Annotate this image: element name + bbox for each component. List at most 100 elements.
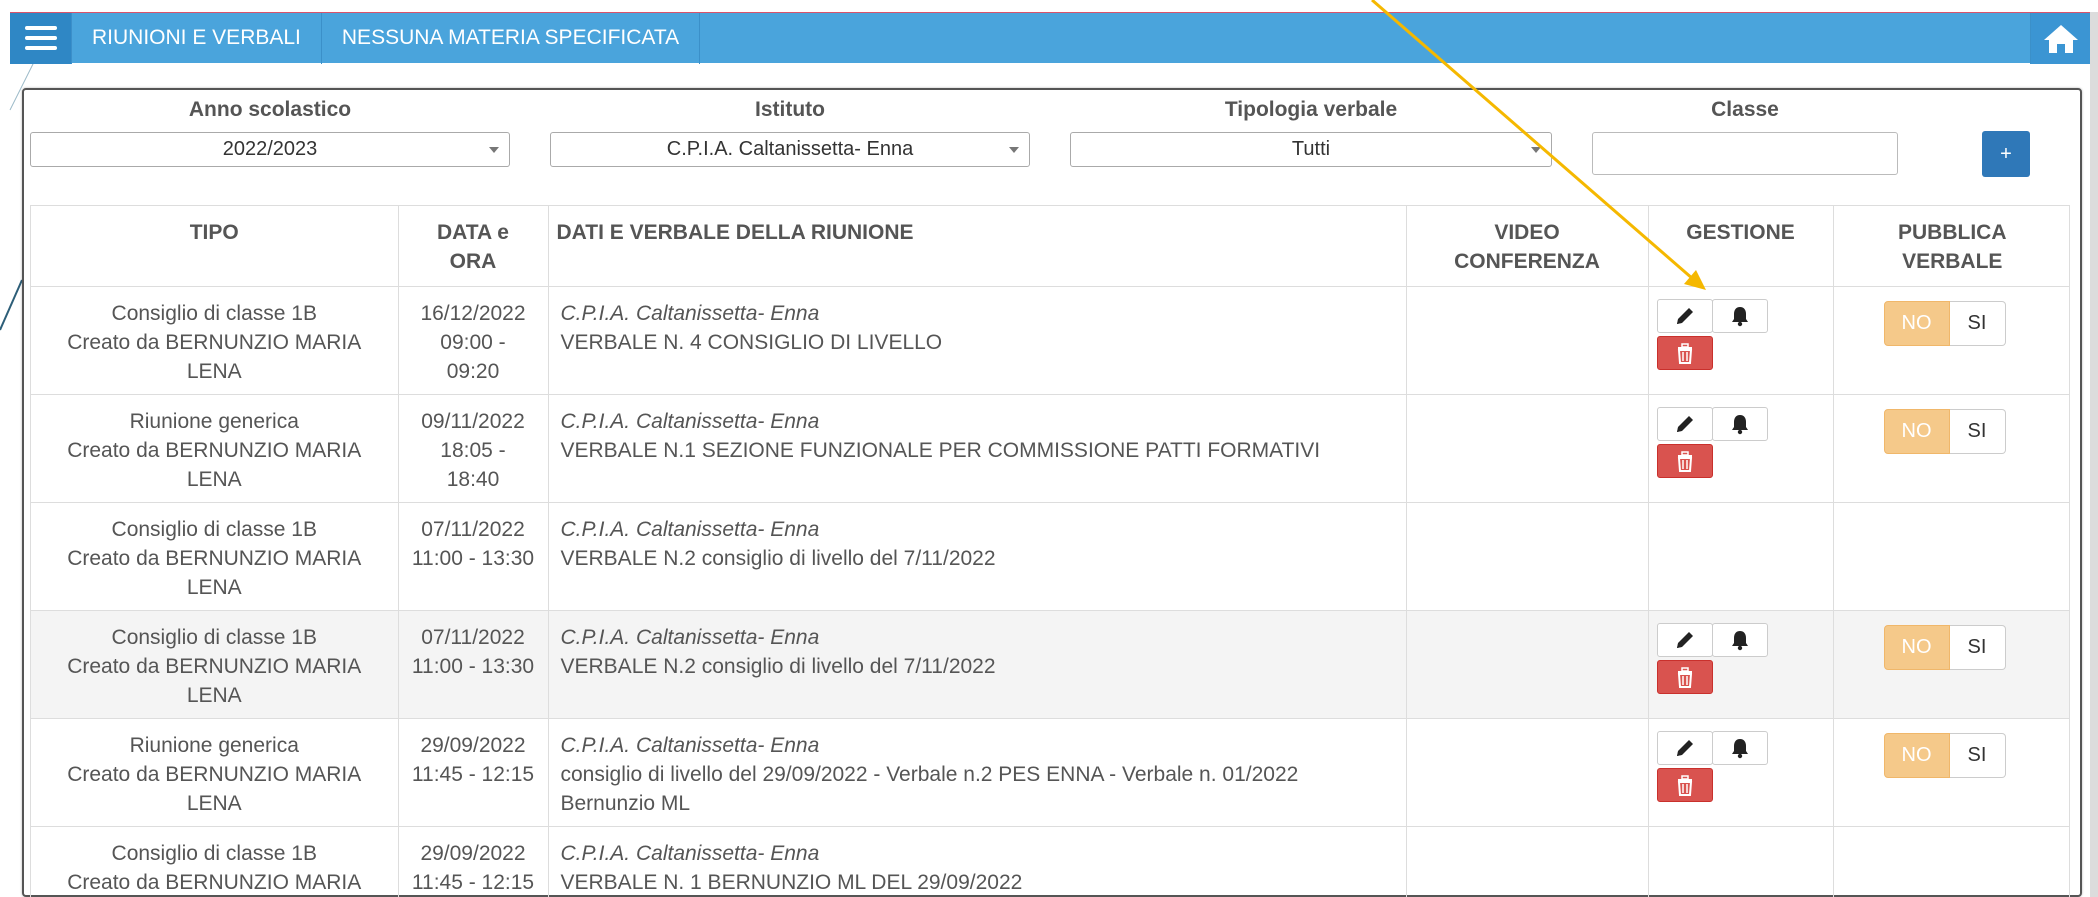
toggle-no-button[interactable]: NO [1883, 732, 1950, 778]
tipo-cell: Consiglio di classe 1B Creato da BERNUNZI… [31, 610, 399, 719]
date-text: 07/11/2022 [421, 625, 525, 649]
toggle-no-button[interactable]: NO [1883, 624, 1950, 670]
video-conferenza-cell [1406, 718, 1649, 827]
tipo-creator: Creato da BERNUNZIO MARIA [67, 654, 362, 678]
tipo-creator-surname: LENA [186, 791, 242, 815]
time-text: 18:05 - [440, 438, 506, 462]
tipo-creator: Creato da BERNUNZIO MARIA [67, 870, 362, 894]
pubblica-verbale-cell [1833, 826, 2069, 897]
tipo-creator-surname: LENA [186, 359, 242, 383]
anno-scolastico-label: Anno scolastico [188, 98, 352, 121]
data-ora-cell: 09/11/2022 18:05 - 18:40 [398, 394, 549, 503]
date-text: 29/09/2022 [420, 841, 526, 865]
pencil-icon[interactable] [1656, 406, 1713, 441]
toggle-no-button[interactable]: NO [1883, 408, 1950, 454]
data-ora-cell: 16/12/2022 09:00 - 09:20 [398, 286, 549, 395]
classe-input[interactable] [1592, 132, 1898, 175]
istituto-text: C.P.I.A. Caltanissetta- Enna [560, 841, 820, 865]
table-row: Consiglio di classe 1B Creato da BERNUNZI… [31, 286, 2069, 395]
data-ora-cell: 29/09/2022 11:45 - 12:15 [398, 826, 549, 897]
trash-icon[interactable] [1656, 767, 1713, 802]
bell-icon[interactable] [1711, 622, 1768, 657]
date-text: 29/09/2022 [420, 733, 526, 757]
istituto-text: C.P.I.A. Caltanissetta- Enna [560, 301, 820, 325]
gestione-cell [1648, 394, 1834, 503]
tipologia-verbale-label: Tipologia verbale [1224, 98, 1398, 121]
dati-verbale-cell: C.P.I.A. Caltanissetta- Enna VERBALE N. 4… [548, 286, 1407, 395]
pubblica-toggle: NO SI [1883, 732, 2064, 778]
bell-icon[interactable] [1711, 298, 1768, 333]
verbale-text: VERBALE N.1 SEZIONE FUNZIONALE PER COMMI… [560, 438, 1321, 462]
gestione-cell [1648, 502, 1834, 611]
add-button[interactable]: + [1982, 131, 2030, 177]
toggle-si-button[interactable]: SI [1949, 624, 2006, 670]
video-conferenza-cell [1406, 394, 1649, 503]
video-conferenza-cell [1406, 502, 1649, 611]
tipo-creator-surname: LENA [186, 575, 242, 599]
istituto-select[interactable]: C.P.I.A. Caltanissetta- Enna [550, 132, 1030, 167]
tipo-creator-surname: LENA [186, 467, 242, 491]
data-ora-cell: 07/11/2022 11:00 - 13:30 [398, 502, 549, 611]
tipo-creator-surname: LENA [186, 683, 242, 707]
pencil-icon[interactable] [1656, 730, 1713, 765]
toggle-si-button[interactable]: SI [1949, 732, 2006, 778]
trash-icon[interactable] [1656, 659, 1713, 694]
header-data-ora: DATA e ORA [398, 206, 549, 287]
table-header-row: TIPO DATA e ORA DATI E VERBALE DELLA RIUN… [31, 206, 2069, 287]
tipo-creator: Creato da BERNUNZIO MARIA [67, 330, 362, 354]
pencil-icon[interactable] [1656, 298, 1713, 333]
date-text: 09/11/2022 [421, 409, 525, 433]
video-conferenza-cell [1406, 610, 1649, 719]
classe-label: Classe [1711, 98, 1779, 121]
page-scrollbar[interactable] [2090, 12, 2098, 897]
verbale-text-continued: Bernunzio ML [560, 791, 691, 815]
tipo-cell: Consiglio di classe 1B Creato da BERNUNZI… [31, 286, 399, 395]
time-end-text: 09:20 [446, 359, 500, 383]
header-pubblica-verbale: PUBBLICA VERBALE [1833, 206, 2069, 287]
hamburger-menu-icon[interactable] [10, 12, 72, 64]
nav-materia[interactable]: NESSUNA MATERIA SPECIFICATA [322, 12, 701, 64]
istituto-text: C.P.I.A. Caltanissetta- Enna [560, 409, 820, 433]
time-text: 11:00 - 13:30 [411, 546, 535, 570]
data-ora-cell: 29/09/2022 11:45 - 12:15 [398, 718, 549, 827]
bell-icon[interactable] [1711, 406, 1768, 441]
anno-scolastico-select[interactable]: 2022/2023 [30, 132, 510, 167]
nav-riunioni-e-verbali[interactable]: RIUNIONI E VERBALI [72, 12, 322, 64]
gestione-cell [1648, 826, 1834, 897]
home-icon[interactable] [2030, 13, 2090, 64]
istituto-text: C.P.I.A. Caltanissetta- Enna [560, 625, 820, 649]
dati-verbale-cell: C.P.I.A. Caltanissetta- Enna VERBALE N.2 … [548, 610, 1407, 719]
video-conferenza-cell [1406, 826, 1649, 897]
istituto-text: C.P.I.A. Caltanissetta- Enna [560, 517, 820, 541]
header-tipo: TIPO [31, 206, 399, 287]
dati-verbale-cell: C.P.I.A. Caltanissetta- Enna consiglio di… [548, 718, 1407, 827]
tipo-name: Riunione generica [129, 409, 299, 433]
toggle-si-button[interactable]: SI [1949, 408, 2006, 454]
tipo-creator: Creato da BERNUNZIO MARIA [67, 438, 362, 462]
tipo-cell: Riunione generica Creato da BERNUNZIO MAR… [31, 394, 399, 503]
pencil-icon[interactable] [1656, 622, 1713, 657]
toggle-no-button[interactable]: NO [1883, 300, 1950, 346]
tipo-cell: Consiglio di classe 1B Creato da BERNUNZI… [31, 826, 399, 897]
trash-icon[interactable] [1656, 443, 1713, 478]
tipologia-verbale-select[interactable]: Tutti [1070, 132, 1552, 167]
date-text: 16/12/2022 [420, 301, 526, 325]
table-row: Consiglio di classe 1B Creato da BERNUNZI… [31, 826, 2069, 897]
tipo-name: Consiglio di classe 1B [111, 301, 317, 325]
pubblica-verbale-cell: NO SI [1833, 610, 2069, 719]
gestione-cell [1648, 718, 1834, 827]
caret-down-icon [489, 147, 499, 153]
time-text: 09:00 - [440, 330, 506, 354]
gestione-cell [1648, 610, 1834, 719]
caret-down-icon [1009, 147, 1019, 153]
anno-scolastico-value: 2022/2023 [222, 138, 318, 160]
toggle-si-button[interactable]: SI [1949, 300, 2006, 346]
table-row: Consiglio di classe 1B Creato da BERNUNZI… [31, 610, 2069, 719]
istituto-text: C.P.I.A. Caltanissetta- Enna [560, 733, 820, 757]
tipologia-verbale-value: Tutti [1291, 138, 1331, 160]
pubblica-toggle: NO SI [1883, 624, 2064, 670]
bell-icon[interactable] [1711, 730, 1768, 765]
trash-icon[interactable] [1656, 335, 1713, 370]
dati-verbale-cell: C.P.I.A. Caltanissetta- Enna VERBALE N.1 … [548, 394, 1407, 503]
verbale-text: VERBALE N.2 consiglio di livello del 7/1… [560, 654, 996, 678]
